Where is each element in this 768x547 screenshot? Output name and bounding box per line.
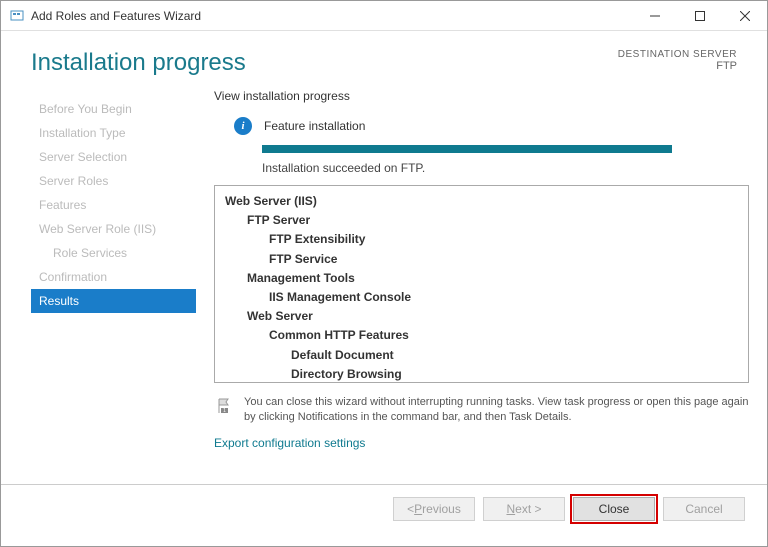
section-label: View installation progress [214, 89, 749, 103]
progress-message: Installation succeeded on FTP. [262, 161, 749, 175]
footer: < Previous Next > Close Cancel [1, 484, 767, 533]
next-button: Next > [483, 497, 565, 521]
sidebar-item-server-selection: Server Selection [31, 145, 196, 169]
window-controls [632, 1, 767, 30]
tree-item: Default Document [291, 346, 738, 365]
status-row: i Feature installation [234, 117, 749, 135]
sidebar-item-features: Features [31, 193, 196, 217]
close-window-button[interactable] [722, 1, 767, 30]
maximize-button[interactable] [677, 1, 722, 30]
previous-button: < Previous [393, 497, 475, 521]
sidebar-item-server-roles: Server Roles [31, 169, 196, 193]
destination-server-box: DESTINATION SERVER FTP [618, 49, 737, 72]
svg-text:1: 1 [223, 408, 226, 414]
sidebar-item-before-you-begin: Before You Begin [31, 97, 196, 121]
hint-row: 1 You can close this wizard without inte… [214, 395, 749, 426]
tree-item: FTP Service [269, 250, 738, 269]
window-title: Add Roles and Features Wizard [31, 9, 632, 23]
flag-icon: 1 [214, 396, 234, 416]
main-panel: View installation progress i Feature ins… [196, 89, 749, 484]
tree-item: Management Tools [247, 269, 738, 288]
export-link[interactable]: Export configuration settings [214, 436, 749, 450]
sidebar-item-results: Results [31, 289, 196, 313]
tree-item: Web Server [247, 307, 738, 326]
sidebar-item-web-server-role-iis-: Web Server Role (IIS) [31, 217, 196, 241]
destination-label: DESTINATION SERVER [618, 49, 737, 60]
close-button[interactable]: Close [573, 497, 655, 521]
body: Before You BeginInstallation TypeServer … [1, 89, 767, 484]
info-icon: i [234, 117, 252, 135]
sidebar-item-confirmation: Confirmation [31, 265, 196, 289]
destination-name: FTP [618, 60, 737, 72]
header: Installation progress DESTINATION SERVER… [1, 31, 767, 89]
tree-item: IIS Management Console [269, 288, 738, 307]
titlebar: Add Roles and Features Wizard [1, 1, 767, 31]
status-text: Feature installation [264, 119, 365, 133]
minimize-button[interactable] [632, 1, 677, 30]
page-title: Installation progress [31, 49, 246, 77]
sidebar: Before You BeginInstallation TypeServer … [31, 89, 196, 484]
app-icon [9, 8, 25, 24]
sidebar-item-role-services: Role Services [31, 241, 196, 265]
tree-item: FTP Extensibility [269, 230, 738, 249]
progress-bar [262, 145, 672, 153]
tree-item: Web Server (IIS) [225, 192, 738, 211]
sidebar-item-installation-type: Installation Type [31, 121, 196, 145]
tree-item: FTP Server [247, 211, 738, 230]
tree-item: Directory Browsing [291, 365, 738, 383]
cancel-button: Cancel [663, 497, 745, 521]
results-tree[interactable]: Web Server (IIS)FTP ServerFTP Extensibil… [214, 185, 749, 383]
hint-text: You can close this wizard without interr… [244, 395, 749, 426]
tree-item: Common HTTP Features [269, 326, 738, 345]
